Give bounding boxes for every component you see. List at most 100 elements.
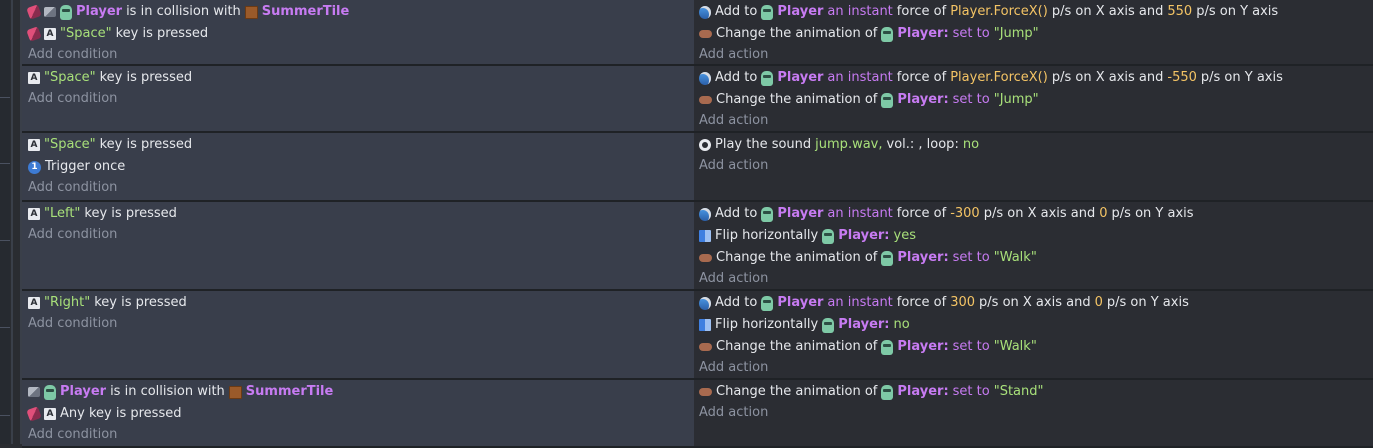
instruction-expr-value[interactable]: Player.ForceX(): [950, 68, 1048, 88]
instruction-purple-value[interactable]: an instant: [827, 68, 892, 88]
add-condition-button[interactable]: Add condition: [28, 425, 694, 446]
condition[interactable]: Player is in collision with SummerTile: [28, 381, 694, 403]
conditions-column[interactable]: Player is in collision with SummerTile A "Sp…: [22, 0, 694, 64]
instruction-text: key is pressed: [115, 26, 209, 41]
instruction-green-value[interactable]: no: [963, 135, 979, 155]
condition[interactable]: A "Space" key is pressed: [28, 67, 694, 89]
actions-column[interactable]: Add to Player an instant force of Player.For…: [694, 66, 1373, 131]
condition[interactable]: A Any key is pressed: [26, 403, 694, 425]
instruction-str-value[interactable]: "Jump": [994, 24, 1039, 44]
action[interactable]: Change the animation of Player: set to "Sta…: [699, 381, 1373, 403]
add-condition-button[interactable]: Add condition: [28, 225, 694, 246]
instruction-object-name[interactable]: SummerTile: [246, 382, 334, 402]
condition[interactable]: Player is in collision with SummerTile: [26, 1, 694, 23]
condition[interactable]: A "Left" key is pressed: [28, 203, 694, 225]
action[interactable]: Flip horizontally Player: yes: [699, 225, 1373, 247]
action[interactable]: Add to Player an instant force of Player.For…: [699, 1, 1373, 23]
instruction-str-value[interactable]: "Left": [44, 204, 80, 224]
instruction-num-value[interactable]: 300: [950, 293, 975, 313]
instruction-purple-value[interactable]: set to: [953, 24, 990, 44]
instruction-text: Add to: [715, 4, 758, 19]
instruction-purple-value[interactable]: set to: [953, 90, 990, 110]
action[interactable]: Change the animation of Player: set to "Jum…: [699, 89, 1373, 111]
conditions-column[interactable]: A "Space" key is pressed 1 Trigger once Add c…: [22, 133, 694, 200]
instruction-num-value[interactable]: 0: [1099, 204, 1107, 224]
instruction-object-name[interactable]: Player: [777, 204, 823, 224]
actions-column[interactable]: Change the animation of Player: set to "Sta…: [694, 380, 1373, 446]
instruction-str-value[interactable]: "Stand": [994, 382, 1044, 402]
add-condition-button[interactable]: Add condition: [28, 89, 694, 110]
actions-column[interactable]: Play the sound jump.wav, vol.: , loop: no Ad…: [694, 133, 1373, 200]
actions-column[interactable]: Add to Player an instant force of -300 p/s on…: [694, 202, 1373, 289]
instruction-green-value[interactable]: yes: [894, 226, 916, 246]
instruction-num-value[interactable]: -300: [950, 204, 980, 224]
event-row[interactable]: Player is in collision with SummerTile A "Sp…: [22, 0, 1373, 66]
action[interactable]: Add to Player an instant force of Player.For…: [699, 67, 1373, 89]
instruction-purple-value[interactable]: set to: [953, 337, 990, 357]
add-action-button[interactable]: Add action: [699, 358, 1373, 379]
event-row[interactable]: Player is in collision with SummerTile A Any…: [22, 380, 1373, 448]
add-action-button[interactable]: Add action: [699, 403, 1373, 424]
conditions-column[interactable]: A "Right" key is pressed Add condition: [22, 291, 694, 378]
instruction-green-value[interactable]: jump.wav,: [815, 135, 882, 155]
action[interactable]: Play the sound jump.wav, vol.: , loop: no: [699, 134, 1373, 156]
instruction-str-value[interactable]: "Right": [44, 293, 90, 313]
instruction-object-name[interactable]: Player:: [838, 226, 889, 246]
conditions-column[interactable]: A "Left" key is pressed Add condition: [22, 202, 694, 289]
add-action-button[interactable]: Add action: [699, 269, 1373, 290]
action[interactable]: Change the animation of Player: set to "Jum…: [699, 23, 1373, 45]
instruction-object-name[interactable]: SummerTile: [262, 2, 350, 22]
instruction-object-name[interactable]: Player:: [897, 337, 948, 357]
instruction-green-value[interactable]: no: [894, 315, 910, 335]
instruction-num-value[interactable]: 0: [1095, 293, 1103, 313]
condition[interactable]: 1 Trigger once: [28, 156, 694, 178]
instruction-num-value[interactable]: -550: [1167, 68, 1197, 88]
action[interactable]: Add to Player an instant force of 300 p/s on …: [699, 292, 1373, 314]
actions-column[interactable]: Add to Player an instant force of 300 p/s on …: [694, 291, 1373, 378]
instruction-object-name[interactable]: Player: [777, 68, 823, 88]
instruction-object-name[interactable]: Player:: [897, 382, 948, 402]
instruction-object-name[interactable]: Player: [60, 382, 106, 402]
action[interactable]: Change the animation of Player: set to "Wal…: [699, 247, 1373, 269]
instruction-object-name[interactable]: Player: [777, 293, 823, 313]
event-row[interactable]: A "Space" key is pressed Add condition Add t…: [22, 66, 1373, 133]
event-row[interactable]: A "Left" key is pressed Add condition Add to…: [22, 202, 1373, 291]
conditions-column[interactable]: Player is in collision with SummerTile A Any…: [22, 380, 694, 446]
action[interactable]: Change the animation of Player: set to "Wal…: [699, 336, 1373, 358]
add-condition-button[interactable]: Add condition: [28, 178, 694, 199]
add-action-button[interactable]: Add action: [699, 111, 1373, 132]
instruction-purple-value[interactable]: an instant: [827, 204, 892, 224]
event-row[interactable]: A "Space" key is pressed 1 Trigger once Add c…: [22, 133, 1373, 202]
instruction-object-name[interactable]: Player:: [897, 248, 948, 268]
add-condition-button[interactable]: Add condition: [28, 45, 694, 66]
instruction-object-name[interactable]: Player:: [897, 24, 948, 44]
condition[interactable]: A "Right" key is pressed: [28, 292, 694, 314]
instruction-str-value[interactable]: "Walk": [994, 248, 1037, 268]
conditions-column[interactable]: A "Space" key is pressed Add condition: [22, 66, 694, 131]
instruction-str-value[interactable]: "Jump": [994, 90, 1039, 110]
instruction-purple-value[interactable]: an instant: [827, 293, 892, 313]
instruction-object-name[interactable]: Player:: [897, 90, 948, 110]
collision-icon: [26, 406, 42, 422]
actions-column[interactable]: Add to Player an instant force of Player.For…: [694, 0, 1373, 64]
instruction-object-name[interactable]: Player: [777, 2, 823, 22]
add-action-button[interactable]: Add action: [699, 156, 1373, 177]
condition[interactable]: A "Space" key is pressed: [28, 134, 694, 156]
instruction-str-value[interactable]: "Walk": [994, 337, 1037, 357]
condition[interactable]: A "Space" key is pressed: [26, 23, 694, 45]
instruction-object-name[interactable]: Player: [76, 2, 122, 22]
action[interactable]: Flip horizontally Player: no: [699, 314, 1373, 336]
add-action-button[interactable]: Add action: [699, 45, 1373, 66]
instruction-purple-value[interactable]: set to: [953, 248, 990, 268]
instruction-str-value[interactable]: "Space": [60, 24, 112, 44]
instruction-expr-value[interactable]: Player.ForceX(): [950, 2, 1048, 22]
action[interactable]: Add to Player an instant force of -300 p/s on…: [699, 203, 1373, 225]
event-row[interactable]: A "Right" key is pressed Add condition Add t…: [22, 291, 1373, 380]
instruction-str-value[interactable]: "Space": [44, 135, 96, 155]
instruction-purple-value[interactable]: set to: [953, 382, 990, 402]
instruction-purple-value[interactable]: an instant: [827, 2, 892, 22]
instruction-num-value[interactable]: 550: [1167, 2, 1192, 22]
add-condition-button[interactable]: Add condition: [28, 314, 694, 335]
instruction-str-value[interactable]: "Space": [44, 68, 96, 88]
instruction-object-name[interactable]: Player:: [838, 315, 889, 335]
